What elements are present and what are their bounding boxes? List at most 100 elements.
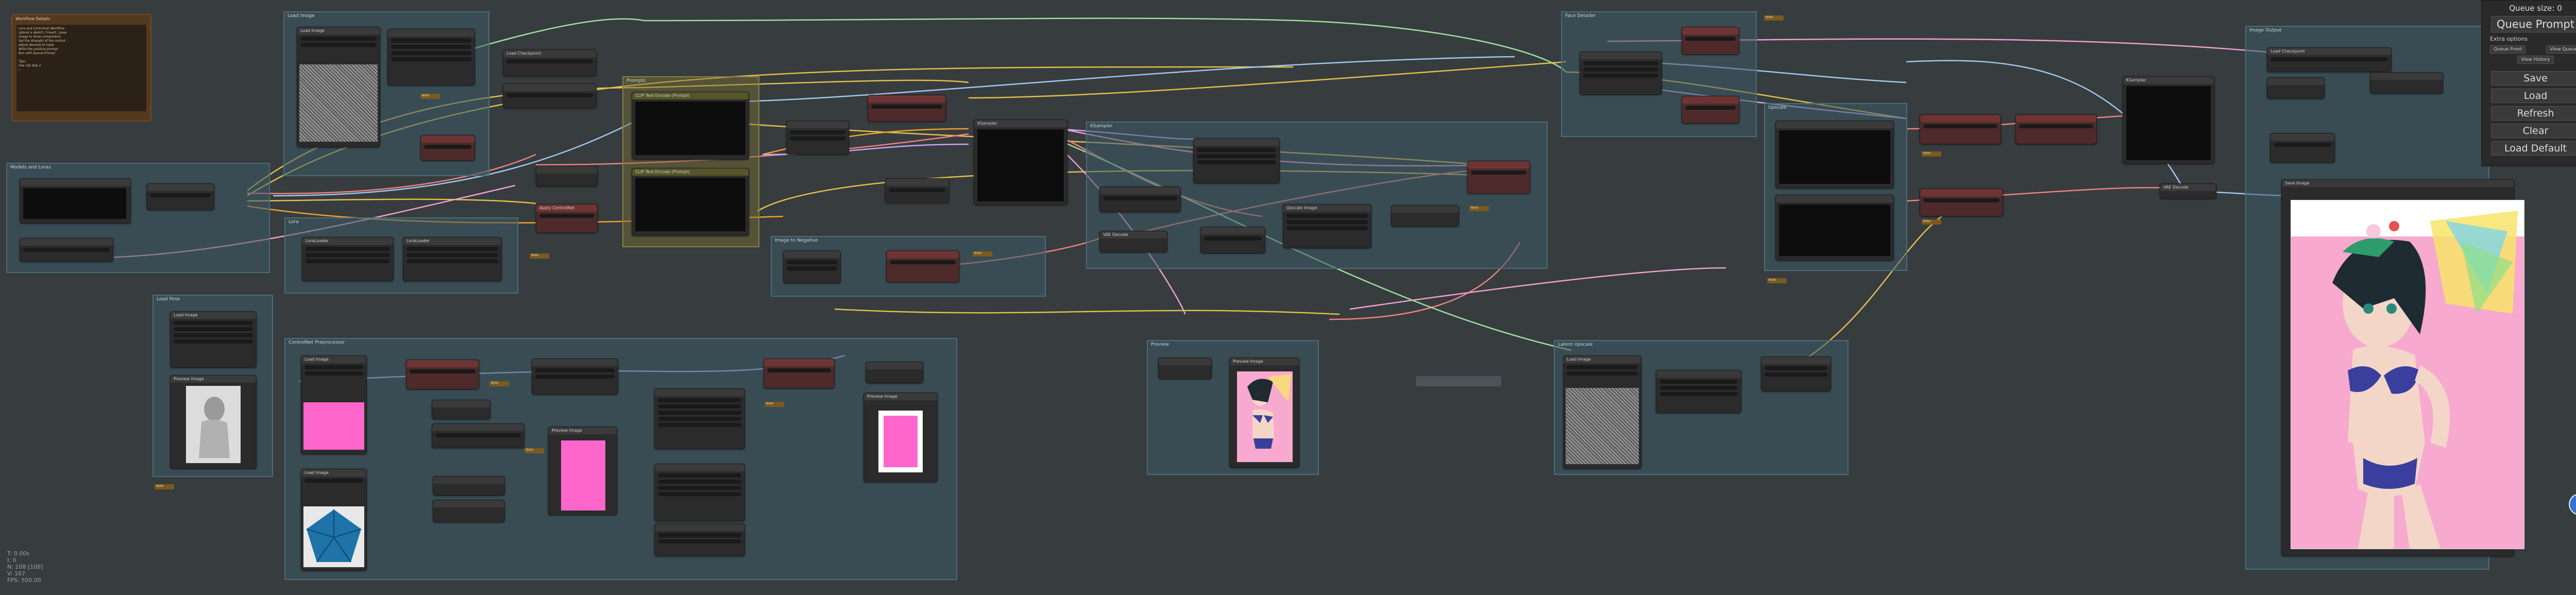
- widget[interactable]: [1204, 236, 1262, 241]
- widget[interactable]: [790, 130, 845, 134]
- widget[interactable]: [539, 214, 594, 218]
- widget[interactable]: [2019, 124, 2093, 128]
- widget[interactable]: [658, 539, 741, 543]
- negative-prompt-node[interactable]: CLIP Text Encode (Prompt): [632, 168, 749, 236]
- lora-loader-node-2[interactable]: LoraLoader: [403, 237, 502, 281]
- widget[interactable]: [435, 433, 521, 437]
- widget[interactable]: [1765, 372, 1827, 377]
- bypassed-node[interactable]: [1682, 96, 1739, 124]
- upscale-negative-node[interactable]: [1775, 195, 1894, 261]
- widget[interactable]: [306, 253, 390, 257]
- bypassed-node[interactable]: [2015, 114, 2097, 144]
- widget[interactable]: [150, 193, 211, 197]
- widget[interactable]: [658, 473, 741, 478]
- widget[interactable]: [406, 259, 498, 263]
- view-history-button[interactable]: View History: [2517, 56, 2554, 64]
- widget[interactable]: [1923, 124, 1997, 128]
- model-node[interactable]: [2267, 77, 2325, 99]
- widget[interactable]: [535, 368, 615, 372]
- widget[interactable]: [658, 480, 741, 484]
- widget[interactable]: [790, 137, 845, 141]
- save-button[interactable]: Save: [2490, 71, 2576, 86]
- lora-stack-node[interactable]: [20, 178, 131, 224]
- settings-node[interactable]: [387, 29, 475, 86]
- widget[interactable]: [391, 39, 471, 43]
- widget[interactable]: [391, 51, 471, 55]
- widget[interactable]: [658, 423, 741, 427]
- upscale-model-node[interactable]: [2270, 133, 2335, 163]
- widget[interactable]: [767, 368, 831, 372]
- widget[interactable]: [1923, 198, 1999, 202]
- vae-node[interactable]: [20, 238, 113, 262]
- widget[interactable]: [2270, 57, 2388, 61]
- image-flip-node[interactable]: [432, 423, 524, 448]
- widget[interactable]: [1567, 365, 1638, 369]
- queue-front-button[interactable]: Queue Front: [2490, 45, 2526, 54]
- upscale-prompt-node[interactable]: [1775, 121, 1894, 189]
- ksampler-settings[interactable]: [2126, 86, 2211, 160]
- vae-decode-node[interactable]: VAE Decode: [1099, 231, 1167, 252]
- widget[interactable]: [1103, 196, 1177, 200]
- image-process-node-3[interactable]: [654, 523, 745, 556]
- small-node[interactable]: [433, 500, 505, 522]
- widget[interactable]: [1197, 154, 1276, 158]
- widget[interactable]: [889, 188, 945, 192]
- load-button[interactable]: Load: [2490, 89, 2576, 103]
- negative-prompt-text[interactable]: [635, 178, 745, 231]
- clear-button[interactable]: Clear: [2490, 124, 2576, 138]
- prompt-text[interactable]: [1779, 130, 1890, 184]
- widget[interactable]: [410, 369, 476, 373]
- bypassed-node[interactable]: [420, 135, 475, 161]
- bypassed-node[interactable]: [1682, 27, 1739, 55]
- preview-image-node[interactable]: Preview Image: [1229, 358, 1299, 468]
- widget[interactable]: [1583, 61, 1658, 65]
- view-queue-button[interactable]: View Queue: [2546, 45, 2576, 54]
- node-graph-canvas[interactable]: Load Image Models and Loras Load Pose Pr…: [0, 0, 2576, 595]
- sampler-node[interactable]: [1193, 138, 1280, 183]
- widget[interactable]: [174, 327, 253, 331]
- image-scale-node[interactable]: [783, 250, 841, 283]
- load-latent-image-node[interactable]: Load Image: [1563, 355, 1641, 469]
- image-node[interactable]: [2370, 72, 2443, 94]
- controlnet-apply-node[interactable]: Apply ControlNet: [536, 204, 598, 233]
- lora-text[interactable]: [23, 188, 126, 219]
- face-detailer-node[interactable]: [1580, 52, 1662, 95]
- group-controlnet-preprocessor[interactable]: ControlNet Preprocessor: [284, 338, 957, 580]
- widget[interactable]: [1659, 380, 1738, 384]
- queue-menu-panel[interactable]: Queue size: 0 Queue Prompt Extra options…: [2481, 0, 2576, 166]
- load-image-node[interactable]: Load Image: [297, 27, 380, 147]
- widget[interactable]: [535, 375, 615, 379]
- bypassed-node[interactable]: [1920, 114, 2001, 144]
- widget[interactable]: [787, 260, 837, 264]
- preprocessor-preview-node[interactable]: Preview Image: [548, 427, 617, 515]
- image-select[interactable]: [300, 37, 377, 41]
- bypassed-node[interactable]: [1467, 161, 1530, 194]
- positive-prompt-node[interactable]: CLIP Text Encode (Prompt): [632, 92, 749, 160]
- empty-latent-node[interactable]: [885, 178, 949, 203]
- widget[interactable]: [1659, 386, 1738, 390]
- widget[interactable]: [306, 247, 390, 251]
- ksampler-settings[interactable]: [977, 129, 1064, 201]
- ckpt-name-select[interactable]: [506, 59, 593, 63]
- widget[interactable]: [1685, 106, 1736, 110]
- widget[interactable]: [1197, 148, 1276, 152]
- widget[interactable]: [304, 479, 363, 483]
- widget[interactable]: [1685, 37, 1736, 41]
- upscale-node[interactable]: Upscale Image: [1283, 204, 1371, 248]
- checkpoint-node[interactable]: Load Checkpoint: [503, 49, 597, 76]
- widget[interactable]: [2274, 143, 2331, 147]
- widget[interactable]: [1583, 67, 1658, 72]
- upload-button[interactable]: [300, 43, 377, 47]
- latent-upscale-node[interactable]: [1656, 370, 1741, 413]
- image-node[interactable]: [1391, 205, 1459, 227]
- bypassed-node[interactable]: [764, 359, 835, 388]
- checkpoint-node-2[interactable]: Load Checkpoint: [2267, 47, 2392, 72]
- bypassed-node[interactable]: [406, 360, 479, 389]
- widget[interactable]: [890, 260, 956, 264]
- widget[interactable]: [23, 248, 110, 252]
- queue-prompt-button[interactable]: Queue Prompt: [2490, 16, 2576, 32]
- conditioning-node[interactable]: [786, 121, 849, 155]
- widget[interactable]: [658, 486, 741, 490]
- image-process-node-2[interactable]: [654, 464, 745, 521]
- widget[interactable]: [306, 259, 390, 263]
